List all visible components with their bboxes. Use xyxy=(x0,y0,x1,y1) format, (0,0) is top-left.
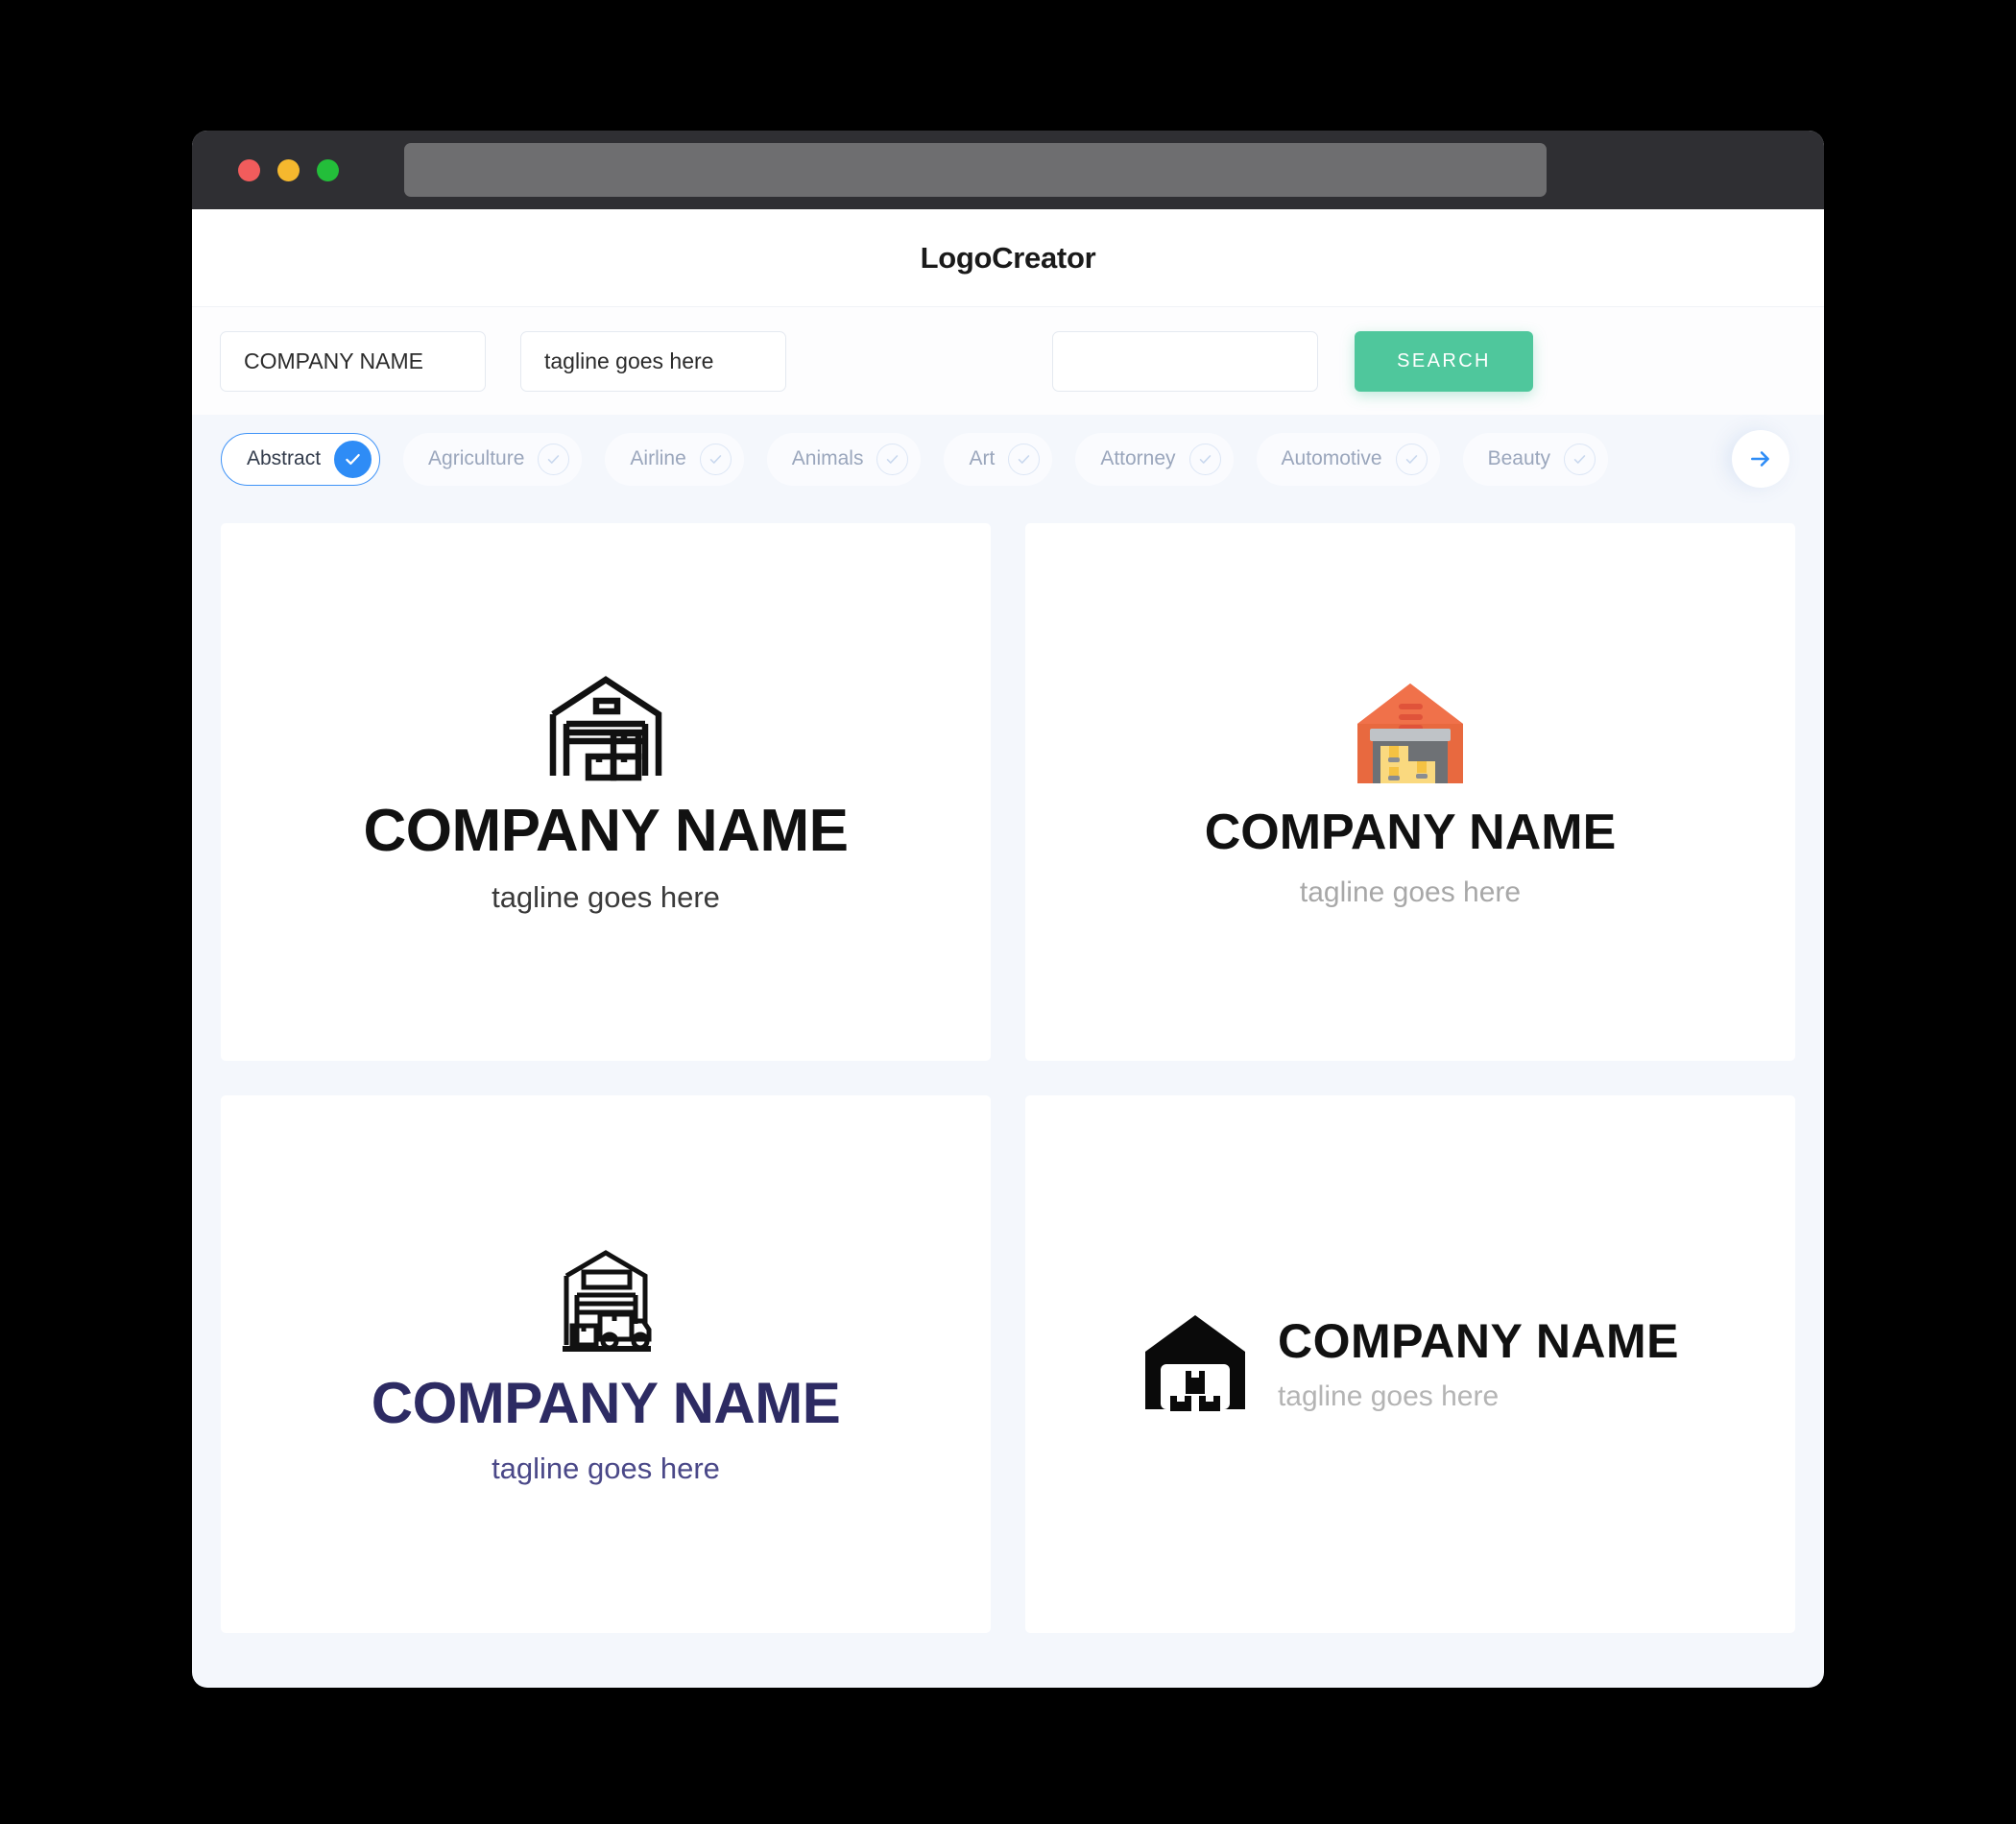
tagline-input[interactable]: tagline goes here xyxy=(520,330,786,392)
category-chip-abstract[interactable]: Abstract xyxy=(221,432,381,486)
category-chip-label: Beauty xyxy=(1487,447,1550,469)
tagline-value: tagline goes here xyxy=(544,348,714,373)
warehouse-truck-outline-icon xyxy=(545,1245,666,1361)
check-circle-icon xyxy=(1188,443,1221,475)
warehouse-color-boxes-icon xyxy=(1352,678,1469,794)
category-chip-art[interactable]: Art xyxy=(944,432,1053,486)
category-chip-beauty[interactable]: Beauty xyxy=(1462,432,1608,486)
category-chip-label: Abstract xyxy=(247,447,322,469)
logo-results-grid: COMPANY NAME tagline goes here COMPANY N… xyxy=(192,503,1824,1662)
logo-preview-2: COMPANY NAME tagline goes here xyxy=(1204,678,1617,908)
warehouse-outline-boxes-icon xyxy=(545,672,666,788)
category-chip-attorney[interactable]: Attorney xyxy=(1075,432,1234,486)
zoom-window-button[interactable] xyxy=(317,158,339,181)
check-circle-icon xyxy=(1008,443,1041,475)
category-chip-airline[interactable]: Airline xyxy=(605,432,744,486)
warehouse-solid-boxes-icon xyxy=(1141,1311,1249,1418)
logo-preview-4: COMPANY NAME tagline goes here xyxy=(1141,1311,1679,1418)
category-chip-label: Automotive xyxy=(1281,447,1382,469)
logo-tagline: tagline goes here xyxy=(492,1452,720,1485)
logo-tagline: tagline goes here xyxy=(492,880,720,914)
search-toolbar: COMPANY NAME tagline goes here SEARCH xyxy=(192,306,1824,415)
check-circle-icon xyxy=(1564,443,1596,475)
category-chip-label: Airline xyxy=(630,447,686,469)
category-filter-bar: Abstract Agriculture Airline Animals Art… xyxy=(192,415,1824,503)
company-name-input[interactable]: COMPANY NAME xyxy=(220,330,486,392)
keyword-input[interactable] xyxy=(1052,330,1318,392)
category-chip-label: Attorney xyxy=(1100,447,1176,469)
logo-preview-1: COMPANY NAME tagline goes here xyxy=(364,672,849,912)
check-circle-icon xyxy=(334,440,372,478)
search-button[interactable]: SEARCH xyxy=(1355,330,1533,392)
arrow-right-icon xyxy=(1751,451,1769,467)
categories-next-button[interactable] xyxy=(1732,430,1789,488)
company-name-value: COMPANY NAME xyxy=(244,348,424,373)
logo-card-2[interactable]: COMPANY NAME tagline goes here xyxy=(1025,523,1795,1061)
logo-card-4[interactable]: COMPANY NAME tagline goes here xyxy=(1025,1095,1795,1633)
check-circle-icon xyxy=(876,443,909,475)
browser-titlebar xyxy=(192,131,1824,209)
window-controls xyxy=(238,158,339,181)
minimize-window-button[interactable] xyxy=(277,158,300,181)
category-chip-agriculture[interactable]: Agriculture xyxy=(403,432,583,486)
category-chip-label: Animals xyxy=(791,447,864,469)
category-chip-label: Agriculture xyxy=(428,447,525,469)
url-bar[interactable] xyxy=(404,143,1547,197)
browser-window: LogoCreator COMPANY NAME tagline goes he… xyxy=(192,131,1824,1688)
logo-company-name: COMPANY NAME xyxy=(371,1371,841,1435)
check-circle-icon xyxy=(699,443,732,475)
logo-preview-3: COMPANY NAME tagline goes here xyxy=(371,1245,841,1485)
logo-text-column: COMPANY NAME tagline goes here xyxy=(1278,1317,1679,1411)
logo-tagline: tagline goes here xyxy=(1299,876,1522,908)
category-chip-animals[interactable]: Animals xyxy=(766,432,922,486)
logo-company-name: COMPANY NAME xyxy=(1204,804,1617,860)
logo-card-1[interactable]: COMPANY NAME tagline goes here xyxy=(221,523,991,1061)
page-title: LogoCreator xyxy=(920,240,1096,275)
logo-company-name: COMPANY NAME xyxy=(363,798,849,864)
check-circle-icon xyxy=(538,443,570,475)
close-window-button[interactable] xyxy=(238,158,260,181)
category-chip-automotive[interactable]: Automotive xyxy=(1256,432,1440,486)
category-chip-label: Art xyxy=(969,447,996,469)
check-circle-icon xyxy=(1395,443,1428,475)
logo-tagline: tagline goes here xyxy=(1277,1380,1500,1412)
app-header: LogoCreator xyxy=(192,209,1824,306)
logo-card-3[interactable]: COMPANY NAME tagline goes here xyxy=(221,1095,991,1633)
logo-company-name: COMPANY NAME xyxy=(1277,1314,1680,1368)
screen: LogoCreator COMPANY NAME tagline goes he… xyxy=(0,0,2016,1824)
